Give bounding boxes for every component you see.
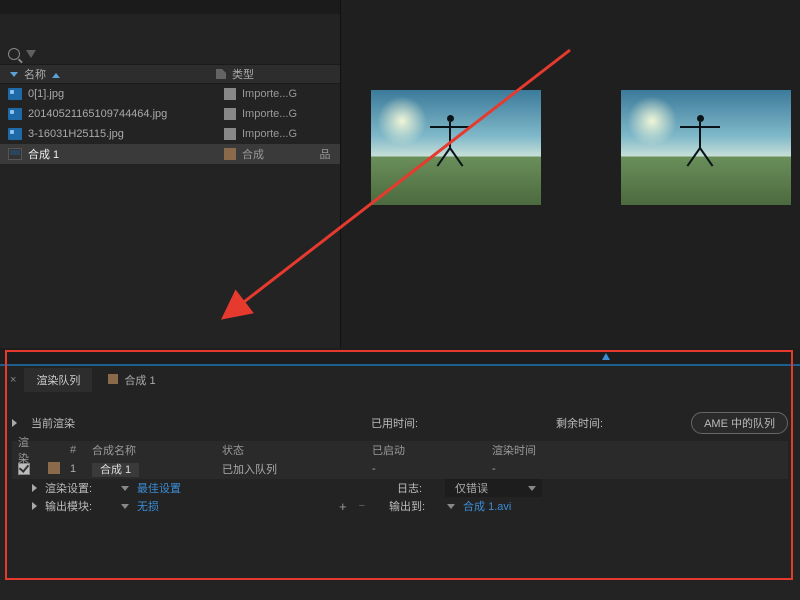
project-columns-header[interactable]: 名称 类型: [0, 64, 340, 84]
project-item-row[interactable]: 3-16031H25115.jpg Importe...G: [0, 124, 340, 144]
panel-tabs: × 渲染队列 合成 1: [0, 366, 800, 394]
project-panel: 名称 类型 0[1].jpg Importe...G 2014052116510…: [0, 0, 340, 360]
file-name: 合成 1: [28, 146, 218, 162]
column-name-header[interactable]: 名称: [24, 66, 210, 82]
render-queue-item-row[interactable]: 1 合成 1 已加入队列 - -: [12, 459, 788, 479]
col-number[interactable]: #: [64, 444, 86, 456]
composition-icon: [8, 148, 22, 160]
label-column-icon[interactable]: [216, 69, 226, 79]
col-render[interactable]: 渲染: [12, 434, 42, 466]
render-queue-columns-header: 渲染 # 合成名称 状态 已启动 渲染时间: [12, 441, 788, 459]
time-indicator-icon[interactable]: [602, 353, 610, 360]
column-type-header[interactable]: 类型: [232, 66, 332, 82]
render-settings-row: 渲染设置: 最佳设置 日志: 仅错误: [12, 479, 788, 497]
composition-preview[interactable]: [371, 90, 541, 205]
project-panel-header: [0, 0, 340, 14]
label-swatch: [108, 374, 118, 384]
output-module-link[interactable]: 无损: [137, 498, 159, 514]
file-type: 合成: [242, 146, 312, 162]
output-to-label: 输出到:: [389, 498, 439, 514]
file-name: 3-16031H25115.jpg: [28, 128, 218, 140]
remove-output-icon: −: [359, 500, 365, 512]
col-status[interactable]: 状态: [216, 442, 366, 458]
item-number: 1: [64, 463, 86, 475]
lower-panels: × 渲染队列 合成 1 当前渲染 已用时间: 剩余时间: AME 中的队列 渲染…: [0, 364, 800, 600]
file-name: 20140521165109744464.jpg: [28, 108, 218, 120]
label-swatch[interactable]: [48, 462, 60, 474]
output-module-row: 输出模块: 无损 + − 输出到: 合成 1.avi: [12, 497, 788, 515]
close-tab-icon[interactable]: ×: [6, 374, 20, 386]
file-type: Importe...G: [242, 108, 312, 120]
current-render-label: 当前渲染: [31, 415, 75, 431]
render-queue-panel: 当前渲染 已用时间: 剩余时间: AME 中的队列 渲染 # 合成名称 状态 已…: [0, 394, 800, 515]
project-item-row[interactable]: 0[1].jpg Importe...G: [0, 84, 340, 104]
expand-icon[interactable]: [32, 502, 37, 510]
tab-render-queue[interactable]: 渲染队列: [24, 368, 92, 392]
project-search-bar: [0, 44, 340, 64]
label-swatch[interactable]: [224, 108, 236, 120]
chevron-down-icon: [528, 486, 536, 491]
item-started: -: [366, 463, 486, 475]
label-swatch[interactable]: [224, 128, 236, 140]
label-swatch[interactable]: [224, 88, 236, 100]
chevron-down-icon[interactable]: [447, 504, 455, 509]
collapse-icon[interactable]: [10, 72, 18, 77]
remaining-time-label: 剩余时间:: [556, 415, 603, 431]
output-module-label: 输出模块:: [45, 498, 113, 514]
render-settings-label: 渲染设置:: [45, 480, 113, 496]
render-checkbox[interactable]: [18, 463, 30, 475]
col-started[interactable]: 已启动: [366, 442, 486, 458]
expand-icon[interactable]: [32, 484, 37, 492]
search-icon[interactable]: [8, 48, 20, 60]
render-queue-status-row: 当前渲染 已用时间: 剩余时间: AME 中的队列: [12, 412, 788, 434]
file-type: Importe...G: [242, 88, 312, 100]
log-dropdown[interactable]: 仅错误: [445, 479, 542, 497]
hierarchy-icon: 品: [318, 146, 332, 162]
image-file-icon: [8, 108, 22, 120]
queue-in-ame-button[interactable]: AME 中的队列: [691, 412, 788, 434]
viewer-footer-bar: [0, 348, 800, 364]
filter-icon[interactable]: [26, 50, 36, 58]
expand-icon[interactable]: [12, 419, 17, 427]
sort-asc-icon: [52, 73, 60, 78]
item-render-time: -: [486, 463, 626, 475]
log-label: 日志:: [397, 480, 437, 496]
project-item-row[interactable]: 合成 1 合成 品: [0, 144, 340, 164]
chevron-down-icon[interactable]: [121, 486, 129, 491]
render-settings-link[interactable]: 最佳设置: [137, 480, 181, 496]
col-comp-name[interactable]: 合成名称: [86, 442, 216, 458]
label-swatch[interactable]: [224, 148, 236, 160]
composition-preview[interactable]: [621, 90, 791, 205]
add-output-icon[interactable]: +: [339, 499, 347, 514]
col-render-time[interactable]: 渲染时间: [486, 442, 626, 458]
tab-composition[interactable]: 合成 1: [96, 368, 167, 392]
file-type: Importe...G: [242, 128, 312, 140]
project-item-row[interactable]: 20140521165109744464.jpg Importe...G: [0, 104, 340, 124]
image-file-icon: [8, 88, 22, 100]
elapsed-time-label: 已用时间:: [371, 415, 418, 431]
log-value: 仅错误: [455, 480, 488, 496]
chevron-down-icon[interactable]: [121, 504, 129, 509]
item-status: 已加入队列: [216, 461, 366, 477]
file-name: 0[1].jpg: [28, 88, 218, 100]
composition-viewer: [340, 0, 800, 360]
item-comp-name: 合成 1: [86, 461, 216, 477]
image-file-icon: [8, 128, 22, 140]
output-file-link[interactable]: 合成 1.avi: [463, 498, 511, 514]
